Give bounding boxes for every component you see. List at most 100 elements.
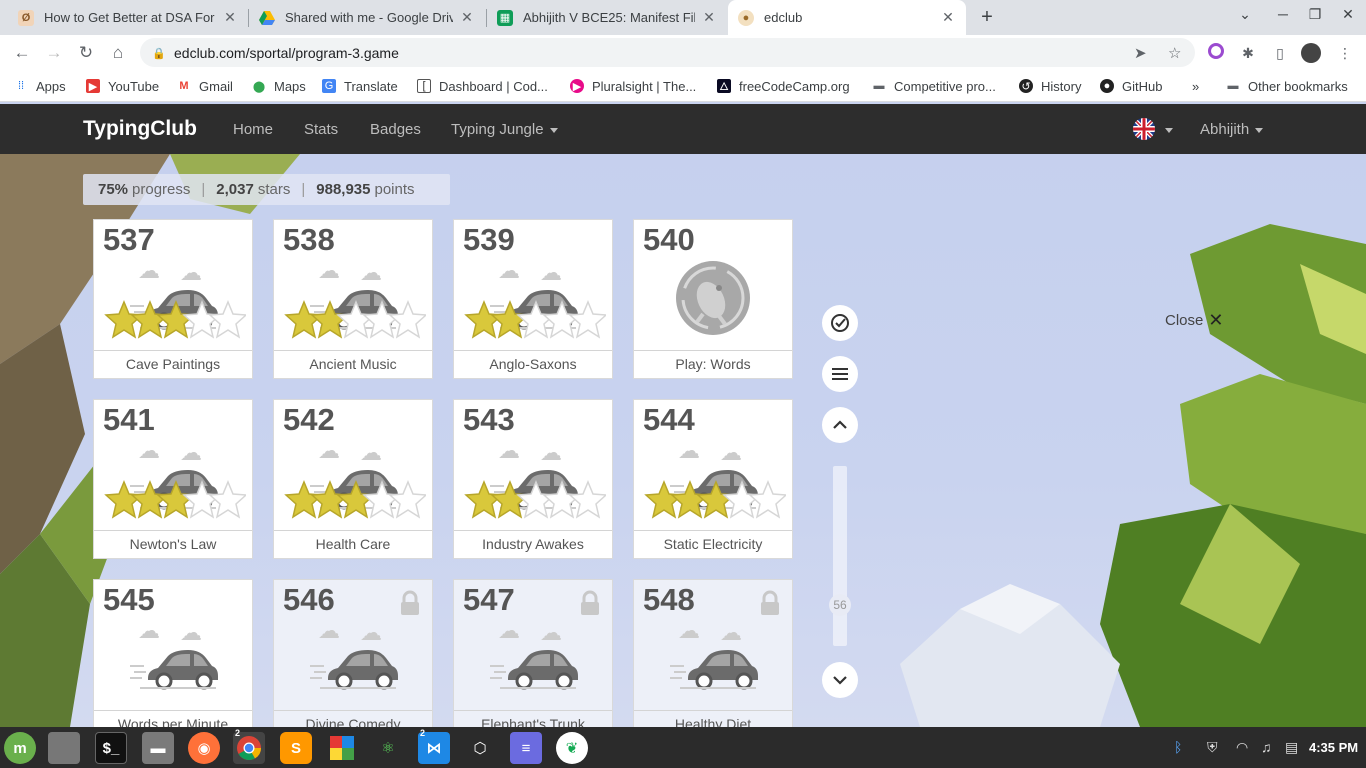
bookmark-star-icon[interactable]: ☆ [1168, 44, 1181, 62]
shield-icon[interactable]: ⛨ [1207, 739, 1218, 756]
bookmark-youtube[interactable]: ▶ YouTube [86, 77, 159, 95]
bookmark-gmail[interactable]: M Gmail [177, 77, 233, 95]
edclub-favicon-icon: ● [738, 9, 754, 26]
tab-edclub[interactable]: ● edclub ✕ [728, 0, 966, 35]
tab-search-icon[interactable]: ⌄ [1235, 6, 1255, 23]
cube-app-icon[interactable]: ⬡ [464, 732, 496, 764]
kebab-menu-icon[interactable]: ⋮ [1335, 43, 1355, 63]
address-bar[interactable]: 🔒 edclub.com/sportal/program-3.game ➤ ☆ [140, 38, 1195, 67]
sublime-text-icon[interactable]: S [280, 732, 312, 764]
nav-home[interactable]: Home [233, 121, 273, 138]
lock-icon: 🔒 [152, 47, 166, 60]
scroll-up-chevron-icon[interactable] [822, 407, 858, 443]
lesson-card[interactable]: 541 ☁ ☁ Newton's Law [93, 399, 253, 559]
lesson-card[interactable]: 548 ☁ ☁ Healthy Diet [633, 579, 793, 727]
firefox-icon[interactable]: ◉ [188, 732, 220, 764]
notes-icon[interactable]: ≡ [510, 732, 542, 764]
lesson-scroll-track[interactable] [833, 466, 847, 646]
terminal-icon[interactable]: $_ [95, 732, 127, 764]
show-desktop-icon[interactable] [48, 732, 80, 764]
cloud-icon: ☁ [720, 620, 742, 645]
lesson-card[interactable]: 538 ☁ ☁ Ancient Music [273, 219, 433, 379]
site-logo[interactable]: TypingClub [83, 117, 197, 141]
side-panel-icon[interactable]: ▯ [1270, 43, 1290, 63]
tab-manifest-sheet[interactable]: ▦ Abhijith V BCE25: Manifest File ✕ [487, 0, 727, 35]
language-dropdown[interactable] [1159, 121, 1173, 138]
mongodb-leaf-icon[interactable]: ❦ [556, 732, 588, 764]
extensions-puzzle-icon[interactable]: ✱ [1238, 43, 1258, 63]
lesson-card[interactable]: 539 ☁ ☁ Anglo-Saxons [453, 219, 613, 379]
close-tab-icon[interactable]: ✕ [701, 9, 717, 26]
history-icon: ↺ [1019, 79, 1033, 93]
bookmark-label: History [1041, 78, 1082, 94]
lesson-card[interactable]: 546 ☁ ☁ Divine Comedy [273, 579, 433, 727]
lesson-scroll-thumb[interactable]: 56 [829, 594, 851, 616]
folder-icon: ▬ [1227, 80, 1239, 92]
game-badge-icon [675, 260, 751, 341]
bookmark-apps[interactable]: ⁞⁞ Apps [14, 77, 66, 95]
home-icon[interactable]: ⌂ [108, 43, 128, 63]
bookmark-history[interactable]: ↺ History [1019, 77, 1081, 95]
nav-typing-jungle-label: Typing Jungle [451, 121, 544, 138]
color-app-icon[interactable] [326, 732, 358, 764]
bookmark-translate[interactable]: G Translate [322, 77, 398, 95]
other-bookmarks[interactable]: ▬ Other bookmarks [1226, 77, 1348, 95]
cloud-icon: ☁ [720, 440, 742, 465]
reload-icon[interactable]: ↻ [76, 43, 96, 63]
mint-menu-icon[interactable]: m [4, 732, 36, 764]
lesson-card[interactable]: 544 ☁ ☁ Static Electricity [633, 399, 793, 559]
check-icon[interactable] [822, 305, 858, 341]
close-tab-icon[interactable]: ✕ [459, 9, 475, 26]
extension-color-icon[interactable] [1206, 43, 1226, 63]
bookmark-github[interactable]: ● GitHub [1100, 77, 1162, 95]
scroll-down-chevron-icon[interactable] [822, 662, 858, 698]
clock[interactable]: 4:35 PM [1309, 740, 1358, 755]
files-folder-icon[interactable]: ▬ [142, 732, 174, 764]
minimize-icon[interactable]: ─ [1273, 6, 1293, 22]
star-rating [464, 480, 608, 520]
vscode-icon[interactable]: 2 ⋈ [418, 728, 450, 764]
menu-list-icon[interactable] [822, 356, 858, 392]
bluetooth-icon[interactable]: ᛒ [1174, 739, 1182, 755]
close-button[interactable]: Close ✕ [1165, 310, 1223, 331]
nav-stats[interactable]: Stats [304, 121, 338, 138]
tab-title: Shared with me - Google Drive [285, 10, 453, 25]
cloud-icon: ☁ [540, 260, 562, 285]
nav-typing-jungle[interactable]: Typing Jungle [451, 121, 558, 138]
lesson-card[interactable]: 547 ☁ ☁ Elephant's Trunk [453, 579, 613, 727]
tab-google-drive[interactable]: Shared with me - Google Drive ✕ [249, 0, 485, 35]
youtube-icon: ▶ [86, 79, 100, 93]
lesson-card[interactable]: 543 ☁ ☁ Industry Awakes [453, 399, 613, 559]
user-menu[interactable]: Abhijith [1200, 121, 1264, 138]
forward-arrow-icon[interactable]: → [44, 43, 64, 63]
wifi-icon[interactable]: ◠ [1236, 739, 1248, 756]
atom-icon[interactable]: ⚛ [372, 732, 404, 764]
back-arrow-icon[interactable]: ← [12, 43, 32, 63]
lesson-card[interactable]: 540 Play: Words [633, 219, 793, 379]
close-window-icon[interactable]: ✕ [1338, 6, 1358, 23]
lesson-card[interactable]: 542 ☁ ☁ Health Care [273, 399, 433, 559]
volume-icon[interactable]: ♫ [1261, 739, 1272, 755]
bookmark-dashboard[interactable]: [Dashboard | Cod... [417, 77, 548, 95]
maximize-icon[interactable]: ❐ [1305, 6, 1325, 23]
tab-dsa[interactable]: Ø How to Get Better at DSA For ✕ [8, 0, 248, 35]
close-tab-icon[interactable]: ✕ [940, 9, 956, 26]
nav-badges[interactable]: Badges [370, 121, 421, 138]
profile-avatar-icon[interactable] [1301, 43, 1321, 63]
bookmark-maps[interactable]: ⬤ Maps [252, 77, 306, 95]
lesson-card[interactable]: 537 ☁ ☁ Cave Paintings [93, 219, 253, 379]
stars-label: stars [257, 181, 291, 198]
bookmark-freecodecamp[interactable]: 🜂 freeCodeCamp.org [717, 77, 850, 95]
bookmark-pluralsight[interactable]: ▶ Pluralsight | The... [570, 77, 696, 95]
bookmarks-overflow-chevron-icon[interactable]: » [1192, 77, 1199, 95]
caret-down-icon [549, 127, 558, 133]
battery-icon[interactable]: ▤ [1285, 739, 1298, 756]
send-tab-icon[interactable]: ➤ [1134, 44, 1147, 62]
new-tab-button[interactable]: + [976, 5, 998, 29]
lesson-card[interactable]: 545 ☁ ☁ Words per Minute [93, 579, 253, 727]
chrome-icon[interactable]: 2 [233, 728, 265, 764]
close-tab-icon[interactable]: ✕ [222, 9, 238, 26]
uk-flag-icon[interactable] [1133, 118, 1155, 140]
article-favicon-icon: Ø [18, 9, 34, 26]
bookmark-competitive[interactable]: ▬ Competitive pro... [872, 77, 996, 95]
